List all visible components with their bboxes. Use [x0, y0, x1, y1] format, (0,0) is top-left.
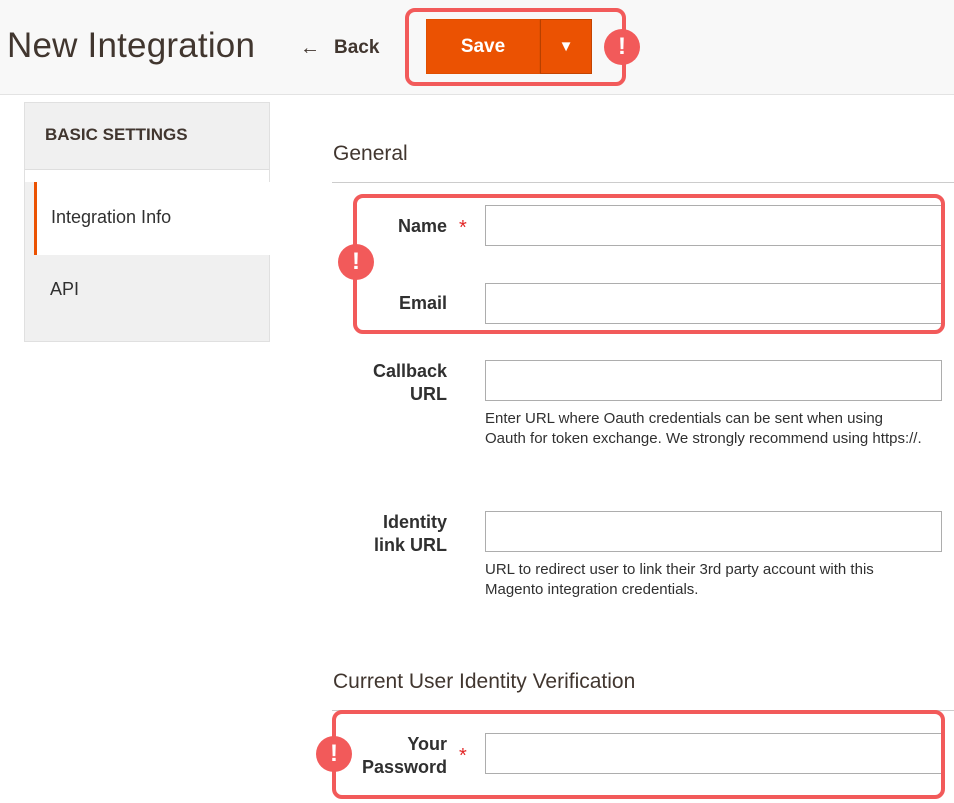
- back-button[interactable]: ← Back: [300, 34, 379, 62]
- callback-url-input[interactable]: [485, 360, 942, 401]
- callback-label-line2: URL: [410, 384, 447, 404]
- sidebar-heading: BASIC SETTINGS: [25, 103, 269, 170]
- alert-icon: !: [316, 736, 352, 772]
- callback-label-line1: Callback: [372, 361, 447, 381]
- page-title: New Integration: [7, 26, 256, 65]
- alert-icon: !: [338, 244, 374, 280]
- back-label: Back: [334, 37, 380, 58]
- callback-url-note: Enter URL where Oauth credentials can be…: [485, 410, 922, 447]
- callback-url-label: Callback URL: [297, 360, 447, 406]
- identity-label-line1: Identity: [382, 512, 447, 532]
- sidebar-item-integration-info[interactable]: Integration Info: [34, 182, 270, 255]
- verification-section-title: Current User Identity Verification: [333, 670, 636, 693]
- sidebar: BASIC SETTINGS Integration Info API: [24, 102, 270, 342]
- alert-icon: !: [604, 29, 640, 65]
- name-email-highlight-box: [353, 194, 945, 334]
- section-divider: [332, 182, 954, 183]
- identity-link-url-input[interactable]: [485, 511, 942, 552]
- password-highlight-box: [332, 710, 945, 799]
- sidebar-item-api[interactable]: API: [25, 255, 269, 325]
- sidebar-divider: [25, 170, 269, 182]
- identity-label-line2: link URL: [373, 535, 447, 555]
- save-highlight-box: [405, 8, 626, 86]
- identity-link-url-label: Identity link URL: [297, 511, 447, 557]
- arrow-left-icon: ←: [300, 36, 320, 59]
- general-section-title: General: [333, 142, 408, 165]
- identity-link-url-note: URL to redirect user to link their 3rd p…: [485, 561, 874, 598]
